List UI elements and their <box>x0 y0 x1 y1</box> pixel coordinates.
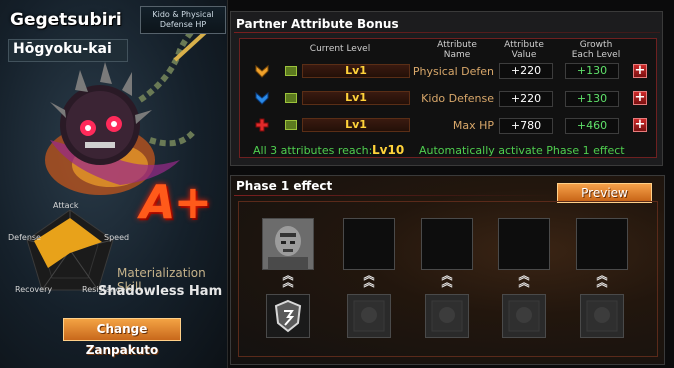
attribute-name: Max HP <box>452 119 494 132</box>
role-tag-line2: Defense HP <box>159 20 207 29</box>
phase-skill-locked[interactable] <box>347 294 391 338</box>
reach-requirement-text: All 3 attributes reach: <box>253 144 373 157</box>
partner-slot-filled[interactable] <box>262 218 314 270</box>
partner-portrait-icon <box>263 219 313 269</box>
radar-label-defense: Defense <box>8 233 41 242</box>
phase-skill-locked[interactable] <box>502 294 546 338</box>
level-indicator <box>285 93 297 103</box>
reach-requirement-level: Lv10 <box>372 143 405 157</box>
header-attribute-value: Attribute Value <box>494 40 554 60</box>
header-growth-line1: Growth <box>579 40 613 50</box>
attribute-value: +780 <box>499 118 553 134</box>
attribute-name: Kido Defense <box>421 92 494 105</box>
header-growth-line2: Each Level <box>571 50 621 60</box>
phase-skill-locked[interactable] <box>580 294 624 338</box>
current-level-bar: Lv1 <box>302 91 410 105</box>
phase-title: Phase 1 effect <box>236 179 333 193</box>
upgrade-chevron-icon: ︽ ︽ <box>363 269 375 289</box>
header-growth: Growth Each Level <box>564 40 628 60</box>
orange-chevron-icon <box>255 64 269 78</box>
lock-skull-icon <box>353 300 385 332</box>
header-attribute-name-line2: Name <box>443 50 471 60</box>
preview-button[interactable]: Preview <box>557 183 652 203</box>
role-tag: Kido & Physical Defense HP <box>140 6 226 34</box>
phase-skill-active[interactable] <box>266 294 310 338</box>
grade-badge: A+ <box>140 175 212 229</box>
upgrade-chevron-icon: ︽ ︽ <box>282 269 294 289</box>
partner-slot-empty[interactable] <box>576 218 628 270</box>
level-indicator <box>285 66 297 76</box>
character-group: Hōgyoku-kai <box>13 41 112 57</box>
radar-label-speed: Speed <box>104 233 130 242</box>
role-tag-line1: Kido & Physical <box>152 10 214 19</box>
change-zanpakuto-button[interactable]: Change Zanpakuto <box>63 318 181 357</box>
partner-slot-empty[interactable] <box>343 218 395 270</box>
attribute-value: +220 <box>499 63 553 79</box>
partner-slot-empty[interactable] <box>498 218 550 270</box>
partner-slot-empty[interactable] <box>421 218 473 270</box>
upgrade-max-hp-button[interactable]: + <box>633 118 647 132</box>
header-attribute-name-line1: Attribute <box>437 40 477 50</box>
attribute-value: +220 <box>499 91 553 107</box>
current-level-bar: Lv1 <box>302 64 410 78</box>
header-attribute-value-line2: Value <box>511 50 537 60</box>
growth-value: +130 <box>565 91 619 107</box>
reach-effect-text: Automatically activate Phase 1 effect <box>419 144 625 157</box>
radar-label-attack: Attack <box>53 201 79 210</box>
blue-chevron-icon <box>255 91 269 105</box>
red-cross-icon <box>255 118 269 132</box>
title-divider <box>234 32 660 33</box>
partner-bonus-title: Partner Attribute Bonus <box>236 17 399 31</box>
shield-icon <box>274 299 302 333</box>
lock-skull-icon <box>586 300 618 332</box>
phase-title-divider <box>234 195 554 196</box>
radar-label-recovery: Recovery <box>15 285 53 294</box>
attribute-name: Physical Defen <box>412 65 494 78</box>
phase-skill-locked[interactable] <box>425 294 469 338</box>
upgrade-physical-defense-button[interactable]: + <box>633 64 647 78</box>
character-name: Gegetsubiri <box>10 10 122 30</box>
stat-radar-chart <box>26 209 114 291</box>
lock-skull-icon <box>508 300 540 332</box>
upgrade-kido-defense-button[interactable]: + <box>633 91 647 105</box>
header-current-level: Current Level <box>309 44 371 54</box>
character-panel: Kido & Physical Defense HP Gegetsubiri H… <box>0 0 228 368</box>
lock-skull-icon <box>431 300 463 332</box>
growth-value: +460 <box>565 118 619 134</box>
materialization-skill-name: Shadowless Hamm <box>98 284 222 299</box>
upgrade-chevron-icon: ︽ ︽ <box>441 269 453 289</box>
current-level-bar: Lv1 <box>302 118 410 132</box>
header-attribute-name: Attribute Name <box>424 40 490 60</box>
growth-value: +130 <box>565 63 619 79</box>
upgrade-chevron-icon: ︽ ︽ <box>518 269 530 289</box>
header-attribute-value-line1: Attribute <box>504 40 544 50</box>
upgrade-chevron-icon: ︽ ︽ <box>596 269 608 289</box>
level-indicator <box>285 120 297 130</box>
